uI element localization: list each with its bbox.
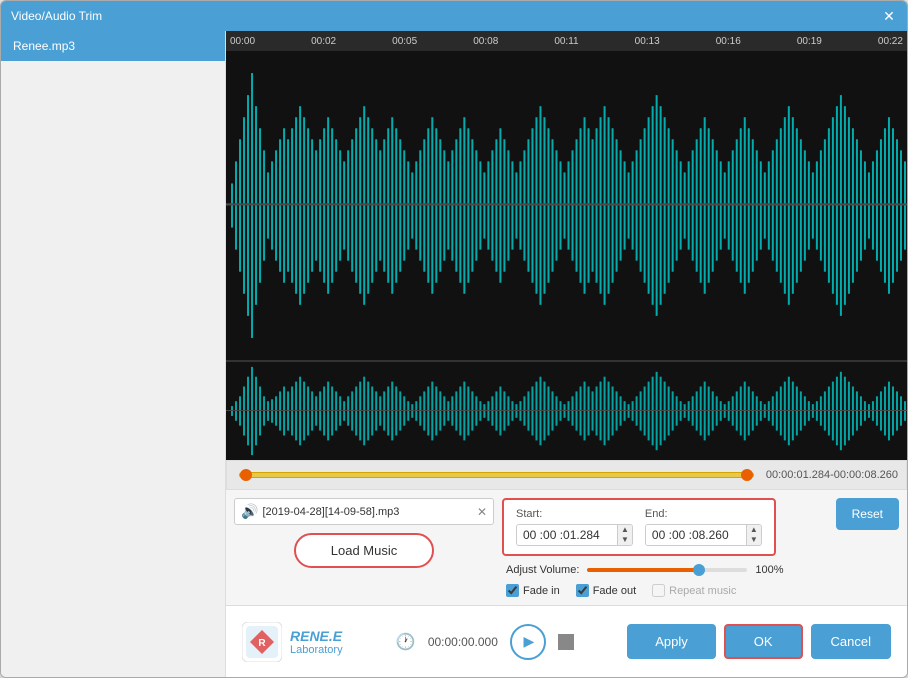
fade-in-label: Fade in [523, 585, 560, 597]
logo-text: RENE.E Laboratory [290, 628, 343, 656]
window-title: Video/Audio Trim [11, 9, 102, 23]
fade-out-item: Fade out [576, 584, 636, 597]
start-label: Start: [516, 508, 633, 520]
start-time-input-wrap: ▲ ▼ [516, 524, 633, 546]
waveform-bottom-svg [226, 362, 907, 460]
sidebar-file-item[interactable]: Renee.mp3 [1, 31, 225, 61]
timeline-label-6: 00:16 [716, 36, 741, 47]
start-time-down[interactable]: ▼ [618, 535, 632, 545]
apply-button[interactable]: Apply [627, 624, 716, 659]
clock-icon: 🕐 [396, 632, 416, 652]
fade-in-item: Fade in [506, 584, 560, 597]
trim-time-label: 00:00:01.284-00:00:08.260 [766, 469, 898, 481]
audio-file-bar: 🔊 [2019-04-28][14-09-58].mp3 ✕ [234, 498, 494, 525]
right-controls: Start: ▲ ▼ End: [502, 498, 899, 597]
logo-sub: Laboratory [290, 644, 343, 656]
repeat-music-item: Repeat music [652, 584, 736, 597]
end-time-input-wrap: ▲ ▼ [645, 524, 762, 546]
right-panel: 00:00 00:02 00:05 00:08 00:11 00:13 00:1… [226, 31, 907, 677]
trim-track[interactable] [239, 472, 754, 478]
playback-controls: 🕐 00:00:00.000 ▶ [396, 624, 574, 660]
audio-remove-button[interactable]: ✕ [477, 505, 487, 519]
play-button[interactable]: ▶ [510, 624, 546, 660]
timeline-label-7: 00:19 [797, 36, 822, 47]
main-window: Video/Audio Trim ✕ Renee.mp3 00:00 00:02… [0, 0, 908, 678]
fade-out-checkbox[interactable] [576, 584, 589, 597]
trim-bar-area: 00:00:01.284-00:00:08.260 [226, 460, 907, 490]
end-time-spinners: ▲ ▼ [746, 525, 761, 545]
bottom-bar: R RENE.E Laboratory 🕐 00:00:00.000 ▶ App… [226, 605, 907, 677]
start-time-input[interactable] [517, 525, 617, 545]
end-time-down[interactable]: ▼ [747, 535, 761, 545]
repeat-music-checkbox[interactable] [652, 584, 665, 597]
controls-area: 🔊 [2019-04-28][14-09-58].mp3 ✕ Load Musi… [226, 490, 907, 605]
start-time-up[interactable]: ▲ [618, 525, 632, 535]
cancel-button[interactable]: Cancel [811, 624, 891, 659]
logo-area: R RENE.E Laboratory [242, 622, 343, 662]
timeline-label-5: 00:13 [635, 36, 660, 47]
title-bar: Video/Audio Trim ✕ [1, 1, 907, 31]
svg-text:R: R [258, 638, 266, 649]
timeline-label-8: 00:22 [878, 36, 903, 47]
waveform-top-svg: // This is inside SVG, won't execute. Us… [226, 51, 907, 360]
volume-slider-thumb[interactable] [693, 564, 705, 576]
sidebar: Renee.mp3 [1, 31, 226, 677]
load-music-button[interactable]: Load Music [294, 533, 434, 568]
left-controls: 🔊 [2019-04-28][14-09-58].mp3 ✕ Load Musi… [234, 498, 494, 597]
logo-icon: R [242, 622, 282, 662]
sidebar-file-name: Renee.mp3 [13, 39, 75, 53]
volume-label: Adjust Volume: [506, 564, 579, 576]
audio-filename: [2019-04-28][14-09-58].mp3 [262, 506, 473, 518]
timeline-label-1: 00:02 [311, 36, 336, 47]
end-label: End: [645, 508, 762, 520]
action-buttons: Apply OK Cancel [627, 624, 891, 659]
logo-name: RENE.E [290, 628, 343, 644]
end-time-group: End: ▲ ▼ [645, 508, 762, 546]
reset-button[interactable]: Reset [836, 498, 899, 530]
waveform-area: 00:00 00:02 00:05 00:08 00:11 00:13 00:1… [226, 31, 907, 490]
end-time-input[interactable] [646, 525, 746, 545]
checkbox-row: Fade in Fade out Repeat music [502, 584, 899, 597]
fade-in-checkbox[interactable] [506, 584, 519, 597]
volume-row: Adjust Volume: 100% [502, 564, 899, 576]
timeline-label-2: 00:05 [392, 36, 417, 47]
timeline-label-4: 00:11 [554, 36, 578, 47]
volume-slider[interactable] [587, 568, 747, 572]
stop-button[interactable] [558, 634, 574, 650]
ok-button[interactable]: OK [724, 624, 803, 659]
main-content: Renee.mp3 00:00 00:02 00:05 00:08 00:11 … [1, 31, 907, 677]
waveform-bottom [226, 360, 907, 460]
time-controls-row: Start: ▲ ▼ End: [502, 498, 899, 556]
close-button[interactable]: ✕ [881, 8, 897, 24]
timeline-labels: 00:00 00:02 00:05 00:08 00:11 00:13 00:1… [230, 36, 903, 47]
volume-percentage: 100% [755, 564, 783, 576]
timeline-label-3: 00:08 [473, 36, 498, 47]
playback-time: 00:00:00.000 [428, 635, 498, 649]
end-time-up[interactable]: ▲ [747, 525, 761, 535]
trim-handle-right[interactable] [741, 469, 753, 481]
fade-out-label: Fade out [593, 585, 636, 597]
timeline: 00:00 00:02 00:05 00:08 00:11 00:13 00:1… [226, 31, 907, 51]
timeline-label-0: 00:00 [230, 36, 255, 47]
start-time-spinners: ▲ ▼ [617, 525, 632, 545]
time-controls: Start: ▲ ▼ End: [502, 498, 776, 556]
start-time-group: Start: ▲ ▼ [516, 508, 633, 546]
trim-handle-left[interactable] [240, 469, 252, 481]
audio-speaker-icon: 🔊 [241, 503, 258, 520]
waveform-top: // This is inside SVG, won't execute. Us… [226, 51, 907, 360]
repeat-music-label: Repeat music [669, 585, 736, 597]
